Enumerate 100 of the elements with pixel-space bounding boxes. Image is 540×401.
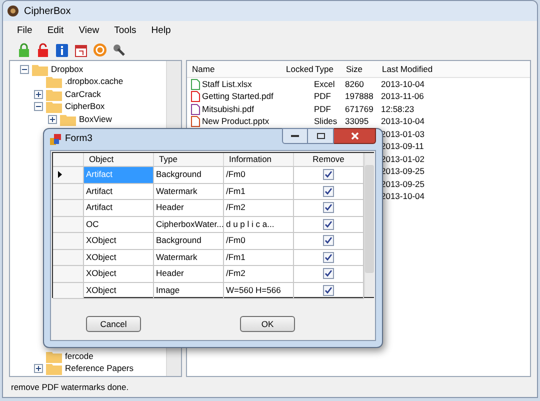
tree-item[interactable]: BoxView xyxy=(79,112,112,126)
collapse-icon[interactable] xyxy=(20,64,29,74)
file-name[interactable]: Mitsubishi.pdf xyxy=(202,102,254,116)
file-size: 671769 xyxy=(345,104,374,114)
grid-cell[interactable]: /Fm1 xyxy=(224,250,294,265)
checkbox[interactable] xyxy=(323,218,334,230)
modified-date: 2013-09-11 xyxy=(381,140,424,154)
grid-cell[interactable]: XObject xyxy=(84,233,154,248)
file-size: 8260 xyxy=(345,78,364,89)
menu-item[interactable]: Edit xyxy=(47,24,64,38)
column-header[interactable]: Size xyxy=(345,62,381,76)
unlock-icon[interactable] xyxy=(36,43,50,57)
tree-item[interactable]: Dropbox xyxy=(51,62,84,76)
menu-item[interactable]: View xyxy=(78,24,100,38)
checkbox[interactable] xyxy=(323,202,334,214)
menu-item[interactable]: File xyxy=(17,24,32,38)
grid-cell[interactable]: XObject xyxy=(84,266,154,282)
checkbox[interactable] xyxy=(323,235,334,246)
modified-date: 2013-10-04 xyxy=(381,78,424,91)
checkbox[interactable] xyxy=(323,169,334,180)
grid-cell[interactable]: Header xyxy=(154,266,224,282)
cancel-button[interactable]: Cancel xyxy=(86,316,141,332)
tree-item[interactable]: CipherBox xyxy=(65,100,105,114)
grid-cell[interactable]: /Fm0 xyxy=(224,167,294,182)
folder-icon xyxy=(46,362,62,376)
folder-icon xyxy=(46,100,62,114)
grid-cell[interactable]: XObject xyxy=(84,250,154,265)
window-title: CipherBox xyxy=(24,4,71,18)
file-type: Slides xyxy=(314,116,338,126)
modified-date: 12:58:23 xyxy=(381,102,414,116)
grid-cell[interactable]: Image xyxy=(154,282,224,298)
checkbox[interactable] xyxy=(323,252,334,263)
file-name[interactable]: Getting Started.pdf xyxy=(202,90,274,104)
grid-cell[interactable]: Background xyxy=(154,233,224,248)
grid-cell[interactable]: OC xyxy=(84,216,154,232)
checkbox[interactable] xyxy=(323,268,334,280)
grid-cell[interactable]: /Fm2 xyxy=(224,266,294,282)
grid-cell[interactable]: /Fm0 xyxy=(224,233,294,248)
menu-item[interactable]: Tools xyxy=(114,24,136,38)
modified-date: 2013-09-25 xyxy=(381,165,424,178)
current-row-icon xyxy=(58,171,62,178)
maximize-button[interactable] xyxy=(308,128,334,144)
minimize-button[interactable] xyxy=(282,128,308,144)
form-icon xyxy=(50,134,61,145)
modified-date: 2013-09-25 xyxy=(381,178,424,191)
grid-cell[interactable]: /Fm1 xyxy=(224,184,294,199)
column-header[interactable]: Locked xyxy=(285,62,314,76)
grid-cell[interactable]: Watermark xyxy=(154,184,224,199)
close-button[interactable] xyxy=(334,128,376,144)
column-header[interactable]: Object xyxy=(84,153,154,166)
tree-item[interactable]: .dropbox.cache xyxy=(65,75,124,88)
app-icon xyxy=(7,5,19,17)
column-header[interactable]: Type xyxy=(314,62,345,76)
close-icon xyxy=(350,132,358,140)
file-size: 33095 xyxy=(345,116,369,126)
collapse-icon[interactable] xyxy=(34,102,43,112)
grid-cell[interactable]: W=560 H=566 xyxy=(224,282,294,298)
menu-item[interactable]: Help xyxy=(151,24,171,38)
column-header[interactable]: Name xyxy=(191,62,285,76)
lock-icon[interactable] xyxy=(17,43,31,57)
expand-icon[interactable] xyxy=(34,90,43,99)
grid-cell[interactable]: Artifact xyxy=(84,200,154,216)
grid-cell[interactable]: Header xyxy=(154,200,224,216)
scrollbar[interactable] xyxy=(364,153,374,297)
grid-cell[interactable]: XObject xyxy=(84,282,154,298)
folder-icon xyxy=(60,112,76,126)
row-header[interactable] xyxy=(53,167,84,182)
file-name[interactable]: Staff List.xlsx xyxy=(202,78,252,91)
checkbox[interactable] xyxy=(323,284,334,296)
column-header[interactable]: Information xyxy=(224,153,294,166)
file-name[interactable]: New Product.pptx xyxy=(202,115,270,128)
tree-item[interactable]: CarCrack xyxy=(65,88,101,101)
file-type: PDF xyxy=(314,91,331,102)
file-size: 197888 xyxy=(345,91,374,102)
grid-cell[interactable]: Artifact xyxy=(84,184,154,199)
info-icon[interactable] xyxy=(55,43,69,57)
modified-date: 2013-10-04 xyxy=(381,115,424,128)
grid-cell[interactable]: CipherboxWater... xyxy=(154,216,224,232)
column-header[interactable]: Type xyxy=(154,153,224,166)
modified-date: 2013-11-06 xyxy=(381,90,424,104)
checkbox[interactable] xyxy=(323,186,334,197)
grid-cell[interactable]: /Fm2 xyxy=(224,200,294,216)
status-text: remove PDF watermarks done. xyxy=(11,380,129,394)
dialog-title: Form3 xyxy=(65,132,94,146)
modified-date: 2013-01-03 xyxy=(381,128,424,141)
folder-icon xyxy=(46,88,62,101)
grid-cell[interactable]: Background xyxy=(154,167,224,182)
tree-item[interactable]: fercode xyxy=(65,350,94,363)
ok-button[interactable]: OK xyxy=(240,316,295,332)
grid-cell[interactable]: d u p l i c a... xyxy=(224,216,294,232)
folder-icon xyxy=(46,75,62,88)
tree-item[interactable]: Reference Papers xyxy=(65,362,134,376)
folder-icon xyxy=(32,62,48,76)
expand-icon[interactable] xyxy=(34,364,43,374)
file-type: Excel xyxy=(314,78,335,89)
grid-cell[interactable]: Watermark xyxy=(154,250,224,265)
calendar-icon[interactable] xyxy=(74,43,88,57)
column-header[interactable]: Last Modified xyxy=(381,62,451,76)
file-type: PDF xyxy=(314,104,331,114)
expand-icon[interactable] xyxy=(48,114,57,124)
